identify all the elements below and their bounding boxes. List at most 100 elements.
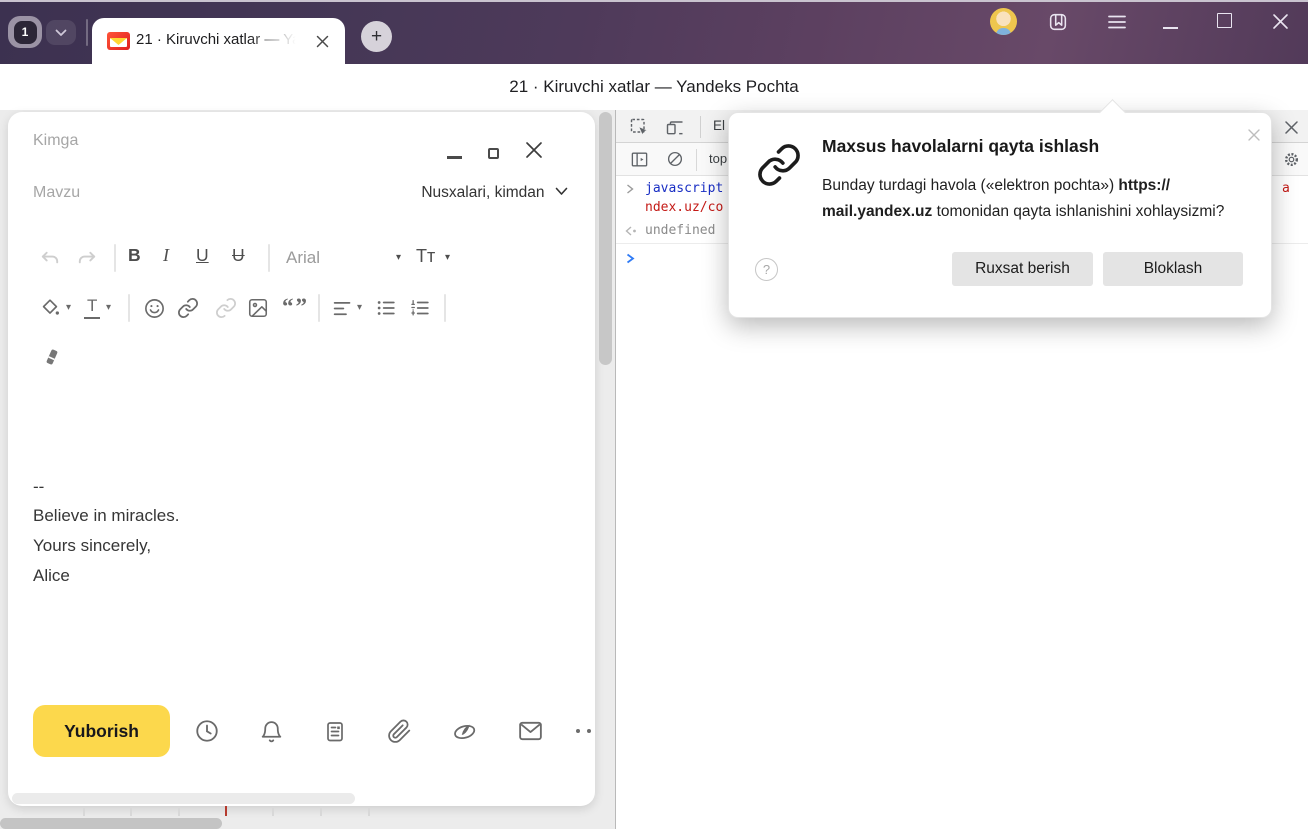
font-family-select[interactable]: Arial <box>286 248 320 268</box>
body-line: -- <box>33 477 45 496</box>
body-line: Alice <box>33 566 70 585</box>
attach-from-disk-icon[interactable] <box>450 718 478 744</box>
console-result-value: undefined <box>645 223 716 238</box>
insert-link-icon[interactable] <box>176 296 200 320</box>
popup-title: Maxsus havolalarni qayta ishlash <box>822 136 1100 156</box>
message-body-editor[interactable]: -- Believe in miracles. Yours sincerely,… <box>8 382 568 682</box>
titlebar: 1 21 · Kiruvchi xatlar — Yan + <box>0 0 1308 64</box>
avatar[interactable] <box>990 8 1017 35</box>
tab-close-icon[interactable] <box>314 33 330 49</box>
redo-icon[interactable] <box>74 246 98 270</box>
page-horizontal-scrollbar[interactable] <box>0 818 222 829</box>
titlebar-divider <box>86 19 88 46</box>
text-color-caret-icon[interactable]: ▾ <box>106 302 111 313</box>
fill-color-caret-icon[interactable]: ▾ <box>66 302 71 313</box>
subject-placeholder: Mavzu <box>33 184 81 201</box>
chevron-down-icon <box>555 187 568 195</box>
console-return-icon <box>624 225 638 237</box>
eraser-icon[interactable] <box>40 345 64 369</box>
help-icon[interactable]: ? <box>755 258 778 281</box>
font-family-caret-icon[interactable]: ▾ <box>396 252 401 263</box>
tab-title-fade <box>248 31 304 51</box>
devtools-settings-icon[interactable] <box>1282 150 1300 168</box>
window-minimize-icon[interactable] <box>1163 27 1178 29</box>
to-placeholder: Kimga <box>33 132 79 149</box>
devtools-close-icon[interactable] <box>1282 118 1300 136</box>
attach-file-icon[interactable] <box>386 718 412 744</box>
compose-close-icon[interactable] <box>524 140 544 160</box>
browser-window: 1 21 · Kiruvchi xatlar — Yan + 21 · Kiru… <box>0 0 1308 829</box>
side-panel-icon[interactable] <box>1046 10 1070 34</box>
ruler-tick-red <box>225 806 227 816</box>
link-handler-popup: Maxsus havolalarni qayta ishlash Bunday … <box>728 99 1272 318</box>
tab-group-badge[interactable]: 1 <box>8 16 42 48</box>
compose-window: Kimga Mavzu Nusxalari, kimdan B I U U Ar… <box>8 112 595 806</box>
page-title: 21 · Kiruvchi xatlar — Yandeks Pochta <box>509 77 799 96</box>
console-sidebar-icon[interactable] <box>628 148 650 170</box>
ruler-tick <box>272 808 274 816</box>
clear-console-icon[interactable] <box>664 148 686 170</box>
send-button[interactable]: Yuborish <box>33 705 170 757</box>
popup-url-scheme: https:// <box>1118 177 1171 194</box>
popup-body: Bunday turdagi havola («elektron pochta»… <box>822 177 1225 220</box>
emoji-icon[interactable] <box>142 296 166 320</box>
bold-button[interactable]: B <box>128 245 141 266</box>
compose-restore-icon[interactable] <box>488 148 499 159</box>
more-actions-icon[interactable] <box>576 729 591 733</box>
ruler-tick <box>320 808 322 816</box>
block-button[interactable]: Bloklash <box>1103 252 1243 286</box>
cc-from-label: Nusxalari, kimdan <box>421 184 545 201</box>
popup-close-icon[interactable] <box>1246 127 1262 143</box>
align-icon[interactable] <box>330 297 354 319</box>
cc-from-toggle[interactable]: Nusxalari, kimdan <box>348 184 568 202</box>
tab-group-count: 1 <box>13 20 37 44</box>
text-color-button[interactable]: T <box>84 296 101 319</box>
tab-yandex-mail[interactable]: 21 · Kiruvchi xatlar — Yan <box>92 18 345 64</box>
plus-icon: + <box>370 25 383 47</box>
undo-icon[interactable] <box>38 246 62 270</box>
yandex-mail-favicon <box>107 32 130 50</box>
font-size-caret-icon[interactable]: ▾ <box>445 252 450 263</box>
console-input-line1-tail: a <box>1282 181 1290 196</box>
console-input-keyword: javascript <box>645 181 724 196</box>
compose-horizontal-scrollbar[interactable] <box>12 793 355 804</box>
compose-minimize-icon[interactable] <box>447 156 462 159</box>
notify-bell-icon[interactable] <box>258 718 284 744</box>
ruler-tick <box>178 808 180 816</box>
inspect-element-icon[interactable] <box>628 116 650 138</box>
bullet-list-icon[interactable] <box>374 296 398 320</box>
page-vertical-scrollbar[interactable] <box>599 112 612 365</box>
ruler-tick <box>130 808 132 816</box>
mail-page-background: Kimga Mavzu Nusxalari, kimdan B I U U Ar… <box>0 110 615 829</box>
insert-image-icon[interactable] <box>246 296 270 320</box>
underline-button[interactable]: U <box>196 245 209 266</box>
console-prompt-icon[interactable] <box>625 252 635 264</box>
fill-color-icon[interactable] <box>38 296 62 320</box>
window-close-icon[interactable] <box>1271 12 1289 30</box>
numbered-list-icon[interactable] <box>408 296 432 320</box>
ruler-tick <box>83 808 85 816</box>
italic-button[interactable]: I <box>163 245 169 266</box>
attach-from-mail-icon[interactable] <box>516 718 544 744</box>
chevron-down-icon <box>55 29 67 36</box>
to-field[interactable]: Kimga <box>8 122 595 170</box>
align-caret-icon[interactable]: ▾ <box>357 302 362 313</box>
expand-arrow-icon[interactable] <box>625 183 635 195</box>
device-toolbar-icon[interactable] <box>664 116 686 138</box>
console-context-select[interactable]: top <box>709 151 727 166</box>
window-maximize-icon[interactable] <box>1217 13 1232 28</box>
ruler-tick <box>368 808 370 816</box>
allow-button[interactable]: Ruxsat berish <box>952 252 1093 286</box>
console-input-line2: ndex.uz/co <box>645 200 724 215</box>
link-icon <box>753 139 805 191</box>
font-size-button[interactable]: Tт <box>416 246 435 267</box>
strikethrough-button[interactable]: U <box>232 245 245 266</box>
quote-icon[interactable]: “” <box>282 294 309 320</box>
menu-icon[interactable] <box>1106 12 1128 32</box>
template-icon[interactable] <box>322 718 348 744</box>
tab-group-chevron[interactable] <box>46 20 76 45</box>
new-tab-button[interactable]: + <box>361 21 392 52</box>
schedule-send-icon[interactable] <box>194 718 220 744</box>
remove-link-icon[interactable] <box>214 296 238 320</box>
devtools-elements-tab[interactable]: El <box>713 118 725 133</box>
